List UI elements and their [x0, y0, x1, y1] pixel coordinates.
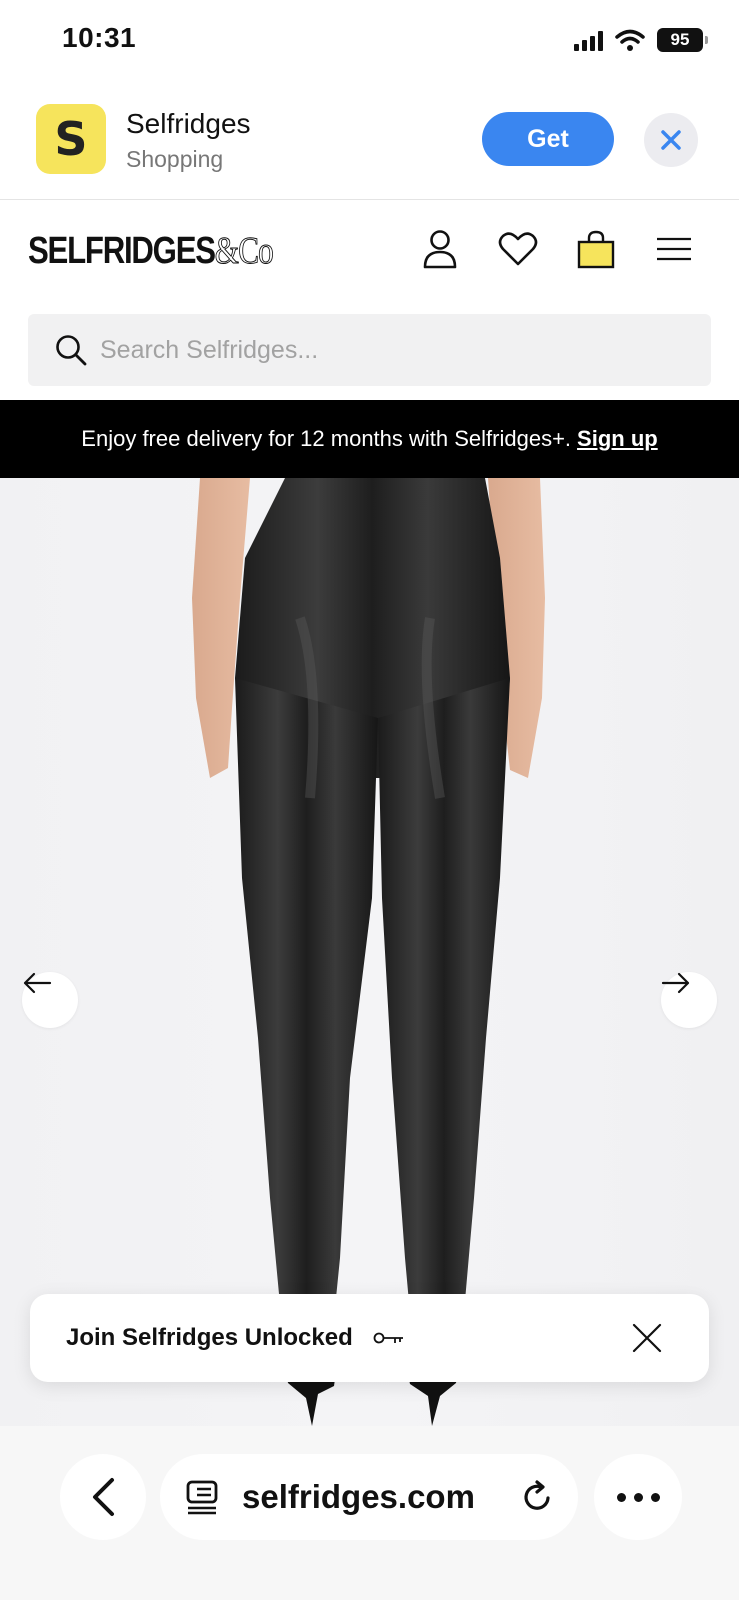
app-category: Shopping [126, 146, 224, 172]
promo-banner: Enjoy free delivery for 12 months with S… [0, 400, 739, 478]
close-banner-button[interactable] [644, 113, 698, 167]
selfridges-app-icon: S [36, 104, 106, 174]
logo-main: SELFRIDGES [28, 230, 216, 272]
battery-level: 95 [670, 30, 690, 49]
battery-icon: 95 [657, 28, 708, 52]
next-image-button[interactable] [661, 972, 717, 1028]
more-options-button[interactable] [594, 1454, 682, 1540]
back-button[interactable] [60, 1454, 146, 1540]
url-text: selfridges.com [242, 1478, 475, 1515]
menu-icon [657, 237, 691, 261]
tabs-icon[interactable] [184, 1479, 220, 1515]
unlocked-toast[interactable]: Join Selfridges Unlocked [30, 1294, 709, 1382]
search-icon [56, 335, 87, 366]
search-input[interactable] [100, 335, 660, 365]
promo-text: Enjoy free delivery for 12 months with S… [81, 426, 572, 451]
wishlist-heart-icon [498, 232, 538, 266]
app-install-banner: S Selfridges Shopping Get [0, 80, 739, 200]
back-chevron-icon [93, 1478, 114, 1516]
menu-button[interactable] [652, 227, 696, 271]
close-icon [661, 130, 681, 150]
more-icon-dot [633, 1492, 643, 1502]
key-icon [373, 1332, 403, 1344]
reload-icon[interactable] [518, 1478, 556, 1516]
wifi-icon [615, 29, 645, 51]
wishlist-button[interactable] [496, 227, 540, 271]
sign-up-link[interactable]: Sign up [577, 426, 658, 452]
shopping-bag-icon [577, 230, 615, 269]
previous-image-button[interactable] [22, 972, 78, 1028]
selfridges-logo[interactable]: SELFRIDGES&Co [28, 229, 274, 273]
site-header: SELFRIDGES&Co [0, 201, 739, 301]
product-image[interactable] [0, 478, 739, 1426]
more-icon-dot [616, 1492, 626, 1502]
status-icons: 95 [574, 26, 708, 54]
product-photo-leggings [192, 478, 545, 1426]
arrow-right-icon [661, 972, 690, 994]
status-time: 10:31 [62, 22, 137, 53]
app-name: Selfridges [126, 108, 251, 139]
cellular-signal-icon [574, 29, 603, 51]
logo-suffix: &Co [214, 230, 274, 273]
search-bar[interactable] [28, 314, 711, 386]
account-icon [423, 230, 457, 269]
close-icon[interactable] [631, 1322, 663, 1354]
shopping-bag-button[interactable] [574, 227, 618, 271]
address-bar[interactable]: selfridges.com [160, 1454, 578, 1540]
arrow-left-icon [23, 972, 52, 994]
unlocked-text: Join Selfridges Unlocked [66, 1324, 353, 1351]
status-bar: 10:31 95 [0, 0, 739, 80]
browser-toolbar: selfridges.com [0, 1426, 739, 1600]
account-button[interactable] [418, 227, 462, 271]
get-app-button[interactable]: Get [482, 112, 614, 166]
more-icon-dot [650, 1492, 660, 1502]
